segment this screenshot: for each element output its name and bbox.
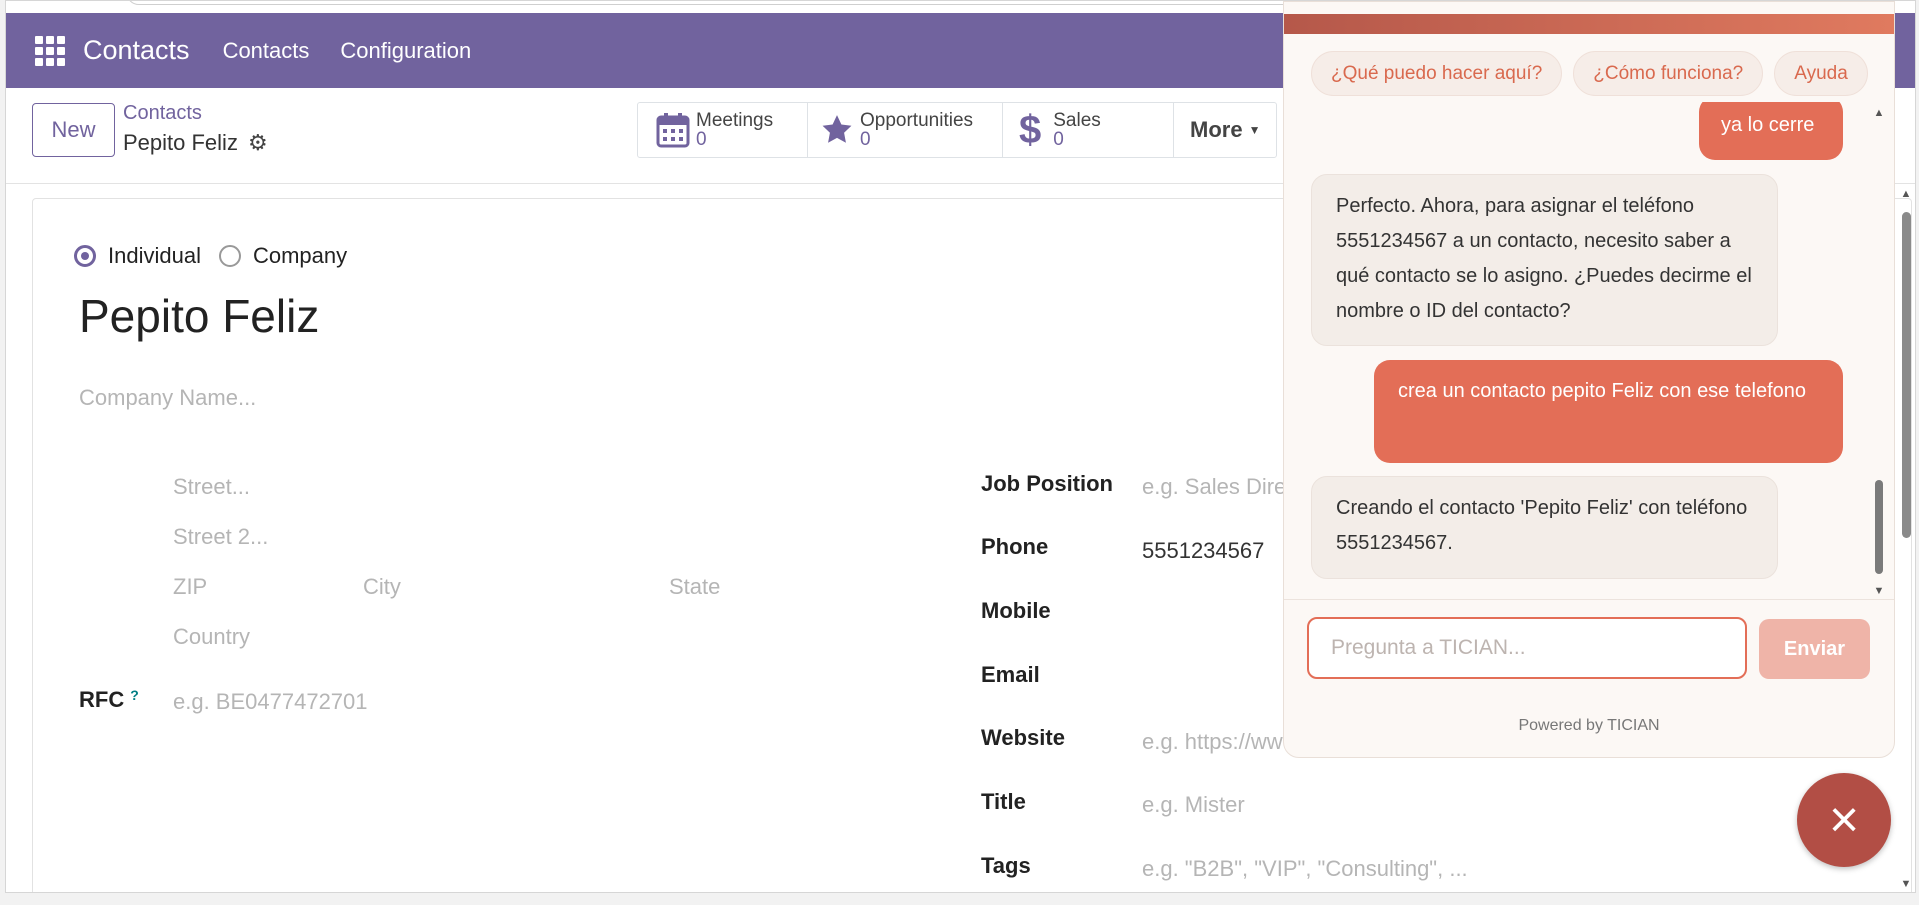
stat-label: Opportunities [860,110,974,131]
mobile-label: Mobile [981,598,1051,623]
scroll-up-arrow-icon[interactable]: ▲ [1898,188,1914,200]
stat-value: 0 [696,129,707,150]
chat-input[interactable] [1307,617,1747,679]
radio-company-label[interactable]: Company [253,243,347,269]
more-dropdown[interactable]: More ▼ [1174,103,1276,157]
rfc-field[interactable]: e.g. BE0477472701 [173,689,368,715]
street-field[interactable]: Street... [173,474,250,500]
country-field[interactable]: Country [173,624,250,650]
job-position-label: Job Position [981,471,1113,496]
chip-ayuda[interactable]: Ayuda [1774,51,1868,96]
record-title: Pepito Feliz ⚙ [123,130,268,156]
chat-scrollbar[interactable]: ▲ ▼ [1872,107,1886,597]
suggestion-chips: ¿Qué puedo hacer aquí? ¿Cómo funciona? A… [1311,51,1868,96]
help-tooltip-icon[interactable]: ? [130,687,139,703]
title-field[interactable]: e.g. Mister [1142,792,1245,818]
company-type-radio: Individual Company [74,243,365,269]
smart-buttons: Meetings 0 Opportunities 0 $ Sales 0 Mor… [637,102,1278,158]
zip-field[interactable]: ZIP [173,574,207,600]
radio-individual[interactable] [74,245,96,267]
menu-contacts[interactable]: Contacts [223,38,310,64]
caret-down-icon: ▼ [1248,123,1261,137]
phone-label: Phone [981,534,1049,559]
stat-label: Sales [1053,110,1101,131]
mobile-field[interactable] [1142,594,1302,626]
tician-chat-panel: ¿Qué puedo hacer aquí? ¿Cómo funciona? A… [1283,1,1895,758]
chat-scroll-down-icon[interactable]: ▼ [1872,585,1886,597]
chip-como-funciona[interactable]: ¿Cómo funciona? [1573,51,1764,96]
company-name-field[interactable]: Company Name... [79,385,256,411]
user-message: crea un contacto pepito Feliz con ese te… [1374,360,1843,463]
calendar-icon [656,112,690,148]
odoo-app-window: Contacts Contacts Configuration New Cont… [5,0,1916,893]
stat-value: 0 [1053,129,1064,150]
new-button[interactable]: New [32,103,115,157]
apps-grid-icon[interactable] [35,35,65,66]
chat-messages: ya lo cerre Perfecto. Ahora, para asigna… [1284,102,1874,597]
stat-value: 0 [860,129,871,150]
close-chat-button[interactable]: × [1797,773,1891,867]
chat-scroll-thumb[interactable] [1875,480,1883,574]
chat-header-bar [1284,14,1894,34]
sales-stat-button[interactable]: $ Sales 0 [1003,103,1174,157]
close-icon: × [1828,791,1860,849]
street2-field[interactable]: Street 2... [173,524,268,550]
chat-scroll-up-icon[interactable]: ▲ [1872,107,1886,119]
tags-label: Tags [981,853,1031,878]
email-field[interactable] [1142,658,1302,690]
menu-configuration[interactable]: Configuration [340,38,471,64]
bot-message: Perfecto. Ahora, para asignar el teléfon… [1311,174,1778,346]
record-name-label: Pepito Feliz [123,130,238,155]
name-field[interactable]: Pepito Feliz [79,289,319,343]
state-field[interactable]: State [669,574,720,600]
page-scrollbar[interactable]: ▲ ▼ [1898,184,1914,892]
website-field[interactable]: e.g. https://ww [1142,729,1283,755]
powered-by-label: Powered by TICIAN [1518,717,1660,734]
bot-message: Creando el contacto 'Pepito Feliz' con t… [1311,476,1778,579]
meetings-stat-button[interactable]: Meetings 0 [638,103,808,157]
user-message: ya lo cerre [1699,102,1843,160]
rfc-label-text: RFC [79,687,125,712]
page-scroll-thumb[interactable] [1902,212,1911,538]
city-field[interactable]: City [363,574,401,600]
chat-divider [1284,599,1894,600]
email-label: Email [981,662,1040,687]
tags-field[interactable]: e.g. "B2B", "VIP", "Consulting", ... [1142,856,1468,882]
more-label: More [1190,117,1243,142]
radio-individual-label[interactable]: Individual [108,243,201,269]
opportunities-stat-button[interactable]: Opportunities 0 [808,103,1003,157]
app-brand[interactable]: Contacts [83,35,190,66]
rfc-label: RFC? [79,687,139,713]
send-button[interactable]: Enviar [1759,619,1870,679]
scroll-down-arrow-icon[interactable]: ▼ [1898,878,1914,890]
job-position-field[interactable]: e.g. Sales Dire [1142,474,1286,500]
phone-field[interactable]: 5551234567 [1142,538,1264,564]
chip-que-puedo-hacer[interactable]: ¿Qué puedo hacer aquí? [1311,51,1563,96]
breadcrumb[interactable]: Contacts [123,102,202,125]
radio-company[interactable] [218,245,241,267]
website-label: Website [981,725,1065,750]
gear-icon[interactable]: ⚙ [248,130,268,156]
star-icon [820,113,854,147]
stat-label: Meetings [696,110,774,131]
title-label: Title [981,789,1026,814]
dollar-icon: $ [1019,107,1042,152]
